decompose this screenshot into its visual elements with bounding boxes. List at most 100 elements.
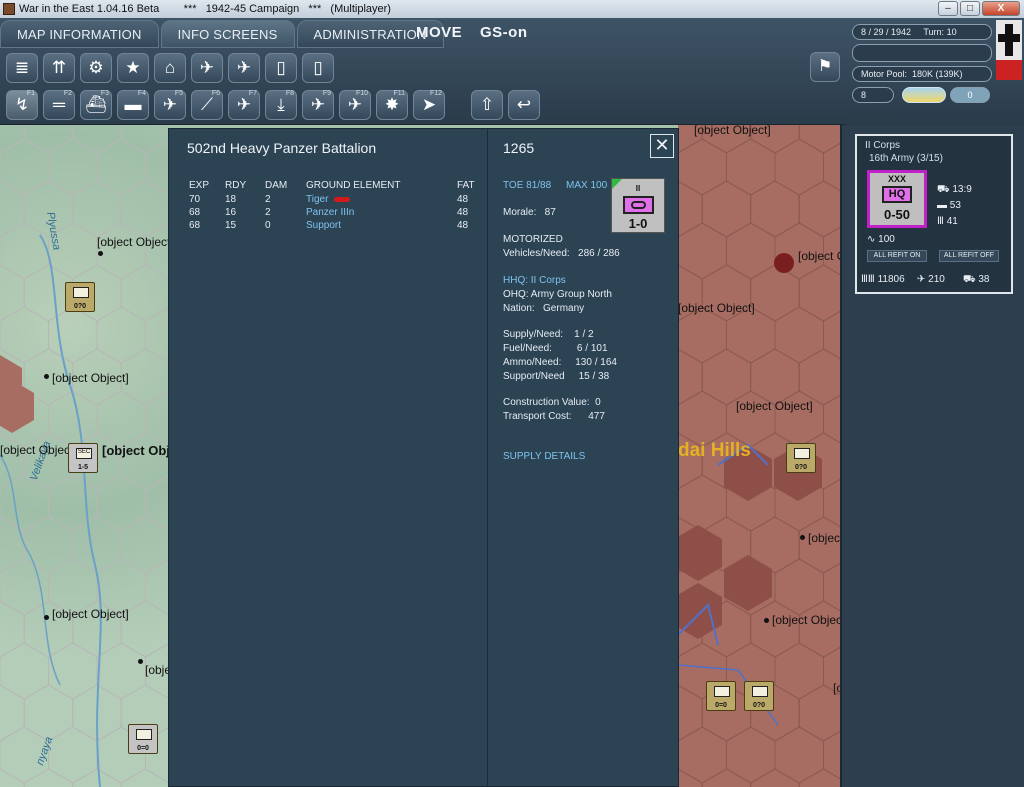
morale-label: Morale: 87 — [503, 207, 556, 218]
explosion-icon[interactable]: ✸ F11 — [376, 90, 408, 120]
hq-counter[interactable]: XXX HQ 0-50 — [867, 170, 927, 228]
town-dot — [98, 251, 103, 256]
move-path-icon[interactable]: ↯ F1 — [6, 90, 38, 120]
map-unit-counter-pskov[interactable]: SEC 1-5 — [68, 443, 98, 473]
cell-rdy: 16 — [225, 207, 237, 218]
map-unit-counter[interactable]: 0?0 — [65, 282, 95, 312]
cell-element[interactable]: Tiger — [306, 193, 457, 206]
element-link[interactable]: Support — [306, 220, 341, 231]
tablet-icon[interactable]: ▯ — [265, 53, 297, 83]
airbase-icon[interactable]: ✈ — [191, 53, 223, 83]
hhq-link[interactable]: HHQ: II Corps — [503, 275, 566, 286]
factory-icon-glyph: ⌂ — [164, 58, 176, 77]
cell-exp: 70 — [189, 194, 201, 205]
cell-element[interactable]: Panzer IIIn — [306, 206, 457, 219]
town-dot — [44, 615, 49, 620]
town-ostrov[interactable]: [object Object] — [52, 607, 129, 621]
map-west-terrain[interactable]: Plyussa Velikaya nyaya [object Object] [… — [0, 125, 222, 787]
element-link[interactable]: Tiger — [306, 194, 328, 205]
unit-strength: 1-0 — [628, 216, 648, 231]
ammo-label: Ammo/Need: 130 / 164 — [503, 357, 617, 368]
afv-stat: ⛟ 13:9 — [937, 184, 972, 195]
rail-icon[interactable]: ═ F2 — [43, 90, 75, 120]
blank-field — [852, 44, 992, 62]
all-refit-off-button[interactable]: ALL REFIT OFF — [939, 250, 999, 262]
town-borovi[interactable]: [object Object] — [798, 249, 846, 263]
hotkey-label: F7 — [248, 90, 257, 97]
hotkey-label: F8 — [285, 90, 294, 97]
hotkey-label: F5 — [174, 90, 183, 97]
minimize-button[interactable]: – — [938, 1, 958, 16]
all-refit-on-button[interactable]: ALL REFIT ON — [867, 250, 927, 262]
map-unit-counter[interactable]: 0=0 — [706, 681, 736, 711]
field-zero[interactable]: 0 — [950, 87, 990, 103]
air-strike-icon[interactable]: ✈ F10 — [339, 90, 371, 120]
table-row: 68 16 2 Panzer IIIn 48 — [189, 206, 487, 219]
cell-element[interactable]: Support — [306, 219, 457, 232]
cell-exp: 68 — [189, 220, 201, 231]
construction-label: Construction Value: 0 — [503, 397, 601, 408]
next-unit-icon[interactable]: ➤ F12 — [413, 90, 445, 120]
close-window-button[interactable]: X — [982, 1, 1020, 16]
naval-icon[interactable]: ▬ F4 — [117, 90, 149, 120]
town-ulovka[interactable]: [object Object] — [678, 301, 755, 315]
bombardment-icon-glyph: ⤓ — [277, 95, 285, 114]
menu-tabs: MAP INFORMATION INFO SCREENS ADMINISTRAT… — [0, 20, 446, 50]
weather-indicator[interactable] — [902, 87, 946, 103]
town-valdai[interactable]: [object Object] — [736, 399, 813, 413]
undo-icon[interactable]: ↩ — [508, 90, 540, 120]
map-unit-counter[interactable]: 0?0 — [744, 681, 774, 711]
window-title-bar: War in the East 1.04.16 Beta *** 1942-45… — [0, 0, 1024, 18]
motorized-label: MOTORIZED — [503, 234, 563, 245]
bomb-icon[interactable]: ✈ — [228, 53, 260, 83]
map-unit-counter[interactable]: 0?0 — [786, 443, 816, 473]
air-recon-icon[interactable]: ✈ F5 — [154, 90, 186, 120]
units-icon[interactable]: ⇈ — [43, 53, 75, 83]
infantry-stat: Ⅲ 41 — [937, 216, 958, 227]
artillery-icon[interactable]: ⟋ F6 — [191, 90, 223, 120]
gs-status: GS-on — [480, 24, 528, 41]
town-partial-ri[interactable]: [object Object] — [0, 443, 77, 457]
tank-icon: ⛟ — [963, 274, 976, 285]
ship-icon[interactable]: ⛴ F3 — [80, 90, 112, 120]
town-dot — [44, 374, 49, 379]
tab-info-screens[interactable]: INFO SCREENS — [160, 20, 295, 48]
bombardment-icon[interactable]: ⤓ F8 — [265, 90, 297, 120]
unit-size-label: II — [635, 184, 641, 193]
men-stat: ⅢⅢ 11806 — [861, 274, 905, 285]
star-icon[interactable]: ★ — [117, 53, 149, 83]
hq-unit-card[interactable]: II Corps 16th Army (3/15) XXX HQ 0-50 ⛟ … — [855, 134, 1013, 294]
cell-rdy: 15 — [225, 220, 237, 231]
max-label[interactable]: MAX 100 — [566, 180, 607, 191]
tab-map-information[interactable]: MAP INFORMATION — [0, 20, 159, 48]
ohq-label: OHQ: Army Group North — [503, 289, 612, 300]
flag-button[interactable]: ⚑ — [810, 52, 840, 82]
document-icon[interactable]: ▯ — [302, 53, 334, 83]
fuel-label: Fuel/Need: 6 / 101 — [503, 343, 608, 354]
town-ostachkov[interactable]: [object Object] — [772, 613, 846, 627]
toe-label[interactable]: TOE 81/88 — [503, 180, 551, 191]
artillery-icon: ▬ — [937, 200, 947, 211]
supply-details-link[interactable]: SUPPLY DETAILS — [503, 451, 585, 462]
hotkey-label: F2 — [63, 90, 72, 97]
motor-pool-field: Motor Pool: 180K (139K) — [852, 66, 992, 82]
unit-title: 502nd Heavy Panzer Battalion — [187, 140, 377, 156]
air-drop-icon[interactable]: ✈ F9 — [302, 90, 334, 120]
maximize-button[interactable]: □ — [960, 1, 980, 16]
element-link[interactable]: Panzer IIIn — [306, 207, 354, 218]
map-unit-counter[interactable]: 0=0 — [128, 724, 158, 754]
tank-icon: ⛟ — [937, 184, 950, 195]
supply-icon: ∿ — [867, 234, 876, 245]
unit-counter-image: II 1-0 — [611, 178, 665, 233]
town-seredka[interactable]: [object Object] — [52, 371, 129, 385]
upload-icon[interactable]: ⇧ — [471, 90, 503, 120]
town-nebolochi[interactable]: [object Object] — [694, 125, 771, 137]
map-east-terrain[interactable]: [object Object] [object Object] [object … — [678, 125, 846, 787]
factory-icon[interactable]: ⌂ — [154, 53, 186, 83]
layers-icon[interactable]: ≣ — [6, 53, 38, 83]
mode-label: MOVE — [416, 24, 463, 41]
gear-icon[interactable]: ⚙ — [80, 53, 112, 83]
town-lyady[interactable]: [object Object] — [97, 235, 174, 249]
close-icon[interactable]: ✕ — [650, 134, 674, 158]
air-transport-icon[interactable]: ✈ F7 — [228, 90, 260, 120]
